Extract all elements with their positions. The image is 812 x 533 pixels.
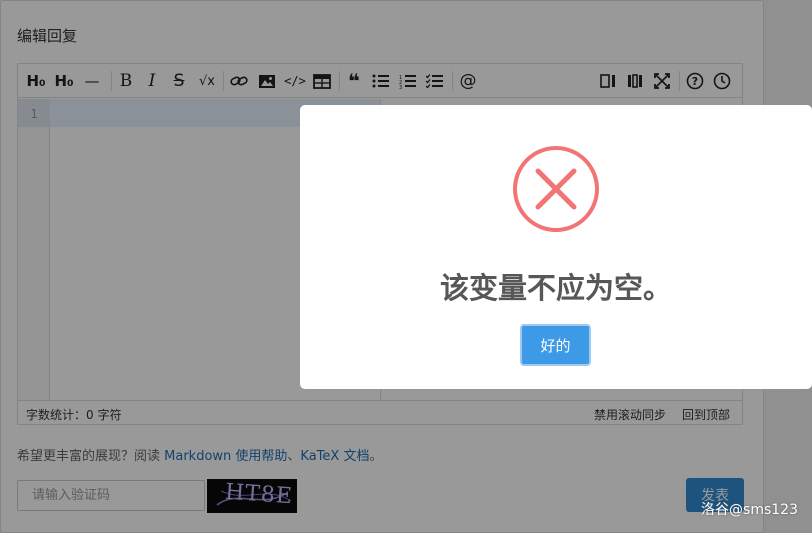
watermark: 洛谷@sms123	[701, 502, 798, 518]
dialog-message: 该变量不应为空。	[439, 271, 672, 305]
ok-button[interactable]: 好的	[520, 324, 591, 366]
error-x-icon	[512, 145, 600, 233]
error-dialog: 该变量不应为空。 好的	[300, 105, 812, 389]
